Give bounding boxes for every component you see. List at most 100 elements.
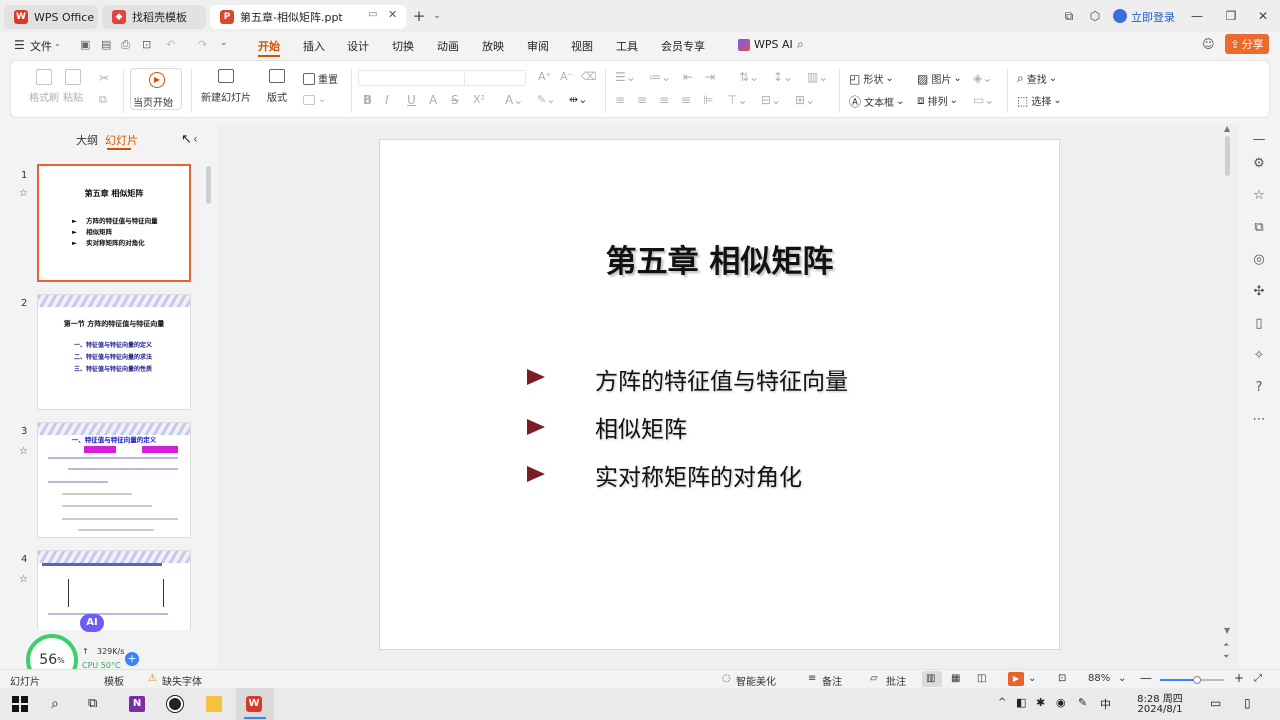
ime-indicator[interactable]: 中 [1100,696,1111,712]
ai-assistant-button[interactable]: AI [80,614,104,632]
format-painter-button[interactable]: 格式刷 [29,69,59,104]
outline-icon[interactable]: ▭⌄ [973,93,994,107]
menu-animations[interactable]: 动画 [437,38,459,54]
layout-button[interactable]: 版式 [267,69,287,104]
tab-docer-templates[interactable]: ◆ 找稻壳模板 [102,5,206,29]
tab-wps-office[interactable]: W WPS Office [4,5,98,29]
menu-file[interactable]: 文件 [30,38,52,54]
tab-slides[interactable]: 幻灯片 [105,132,138,148]
bullets-icon[interactable]: ☰⌄ [615,70,636,84]
slide-thumbnail-2[interactable]: 第一节 方阵的特征值与特征向量 一、特征值与特征向量的定义 二、特征值与特征向量… [37,294,191,410]
menu-member[interactable]: 会员专享 [661,38,705,54]
reading-view-icon[interactable]: ◫ [977,673,986,684]
export-pdf-icon[interactable]: ▤ [101,38,111,51]
chevron-down-icon[interactable]: ⌄ [428,8,446,24]
print-preview-icon[interactable]: ⊡ [142,38,151,51]
user-avatar-icon[interactable] [1113,9,1127,23]
smartart-icon[interactable]: ⊞⌄ [795,93,815,107]
bold-icon[interactable]: B [363,93,372,107]
grid-view-icon[interactable]: ▦ [951,673,960,684]
reset-button[interactable]: 重置 [303,71,338,86]
increase-indent-icon[interactable]: ⇥ [705,70,715,84]
cube-icon[interactable]: ⬡ [1086,8,1104,24]
onenote-icon[interactable]: N [129,696,145,712]
network-icon[interactable]: ◉ [1056,696,1066,709]
align-center-icon[interactable]: ≡ [637,93,647,107]
picture-button[interactable]: ▨ 图片 ⌄ [917,71,962,87]
file-explorer-icon[interactable] [206,696,222,712]
current-slide[interactable]: 第五章 相似矩阵 方阵的特征值与特征向量 相似矩阵 实对称矩阵的对角化 [379,139,1060,650]
hamburger-icon[interactable]: ☰ [14,38,25,52]
redo-icon[interactable]: ↷ [198,38,207,51]
slide-thumbnail-1[interactable]: 第五章 相似矩阵 ► 方阵的特征值与特征向量 ► 相似矩阵 ► 实对称矩阵的对角… [37,164,191,282]
tools-icon[interactable]: ✣ [1251,284,1267,300]
vertical-align-icon[interactable]: ⊤⌄ [727,93,748,107]
beautify-button[interactable]: 智能美化 [736,673,776,688]
bookmark-icon[interactable]: ▯ [1251,316,1267,332]
menu-transitions[interactable]: 切换 [392,38,414,54]
star-icon[interactable]: ☆ [19,446,28,457]
font-grow-icon[interactable]: A⁺ [538,70,551,83]
bluetooth-icon[interactable]: ✱ [1036,696,1045,709]
undo-icon[interactable]: ↶ [166,38,175,51]
star-icon[interactable]: ☆ [19,574,28,585]
missing-font-button[interactable]: 缺失字体 [162,673,202,688]
menu-home[interactable]: 开始 [258,38,280,54]
scroll-down-icon[interactable]: ▼ [1224,626,1230,635]
more-icon[interactable]: ⋯ [1251,412,1267,428]
slide-thumbnail-3[interactable]: 一、特征值与特征向量的定义 [37,422,191,538]
arrange-button[interactable]: ⧈ 排列 ⌄ [917,93,958,108]
find-button[interactable]: ⌕ 查找 ⌄ [1017,71,1057,86]
next-slide-icon[interactable]: ⏷ [1223,652,1229,662]
task-view-icon[interactable]: ⧉ [88,696,104,712]
shape-button[interactable]: ◰ 形状 ⌄ [849,71,894,87]
align-right-icon[interactable]: ≡ [659,93,669,107]
fill-icon[interactable]: ◈⌄ [973,71,992,85]
taskbar-time[interactable]: 8:28 周四 [1130,690,1190,705]
feedback-icon[interactable]: ☺ [1202,37,1215,51]
slide-bullet-3[interactable]: 实对称矩阵的对角化 [595,458,802,492]
search-icon[interactable]: ⌕ [797,37,804,52]
wps-taskbar-icon[interactable]: W [246,696,262,712]
animation-icon[interactable]: ✧ [1251,348,1267,364]
menu-review[interactable]: 审阅 [527,38,549,54]
pen-icon[interactable]: ✎ [1078,696,1087,709]
notes-button[interactable]: 备注 [822,673,842,688]
canvas-scrollbar[interactable] [1225,136,1230,176]
collapse-icon[interactable]: — [1251,132,1267,148]
clear-format-icon[interactable]: ⌫ [581,70,597,83]
superscript-icon[interactable]: X² [473,93,485,106]
font-shrink-icon[interactable]: A⁻ [560,70,573,83]
font-size-select[interactable] [464,70,526,86]
font-color-icon[interactable]: A⌄ [505,93,523,107]
star-icon[interactable]: ☆ [19,188,28,199]
highlight-icon[interactable]: ✎⌄ [537,93,555,106]
menu-design[interactable]: 设计 [347,38,369,54]
template-label[interactable]: 模板 [104,673,124,688]
more-icon[interactable]: ⌄ [220,38,228,48]
taskbar-date[interactable]: 2024/8/1 [1130,704,1190,715]
window-icon[interactable]: ▭ [368,9,377,20]
menu-slideshow[interactable]: 放映 [482,38,504,54]
search-icon[interactable]: ⌕ [51,696,67,712]
shape-style-icon[interactable]: ◎ [1251,252,1267,268]
close-window-icon[interactable]: ✕ [1254,8,1272,24]
notification-icon[interactable]: ▭ [1210,696,1221,710]
window-layout-icon[interactable]: ⧉ [1060,8,1078,24]
obs-icon[interactable] [167,696,183,712]
menu-view[interactable]: 视图 [571,38,593,54]
new-tab-icon[interactable]: + [410,7,428,25]
add-icon[interactable]: + [125,652,139,666]
numbering-icon[interactable]: ≔⌄ [649,70,671,84]
menu-tools[interactable]: 工具 [616,38,638,54]
select-button[interactable]: ⬚ 选择 ⌄ [1017,93,1062,109]
distribute-icon[interactable]: ⊫ [703,93,713,107]
panel-scrollbar[interactable] [206,166,211,204]
new-slide-button[interactable]: 新建幻灯片 [201,69,251,104]
slide-bullet-1[interactable]: 方阵的特征值与特征向量 [595,362,848,396]
menu-wps-ai[interactable]: WPS AI [754,38,793,51]
slide-title[interactable]: 第五章 相似矩阵 [380,236,1059,281]
slide-bullet-2[interactable]: 相似矩阵 [595,410,687,444]
menu-insert[interactable]: 插入 [303,38,325,54]
chevron-down-icon[interactable]: ⌄ [54,39,61,48]
